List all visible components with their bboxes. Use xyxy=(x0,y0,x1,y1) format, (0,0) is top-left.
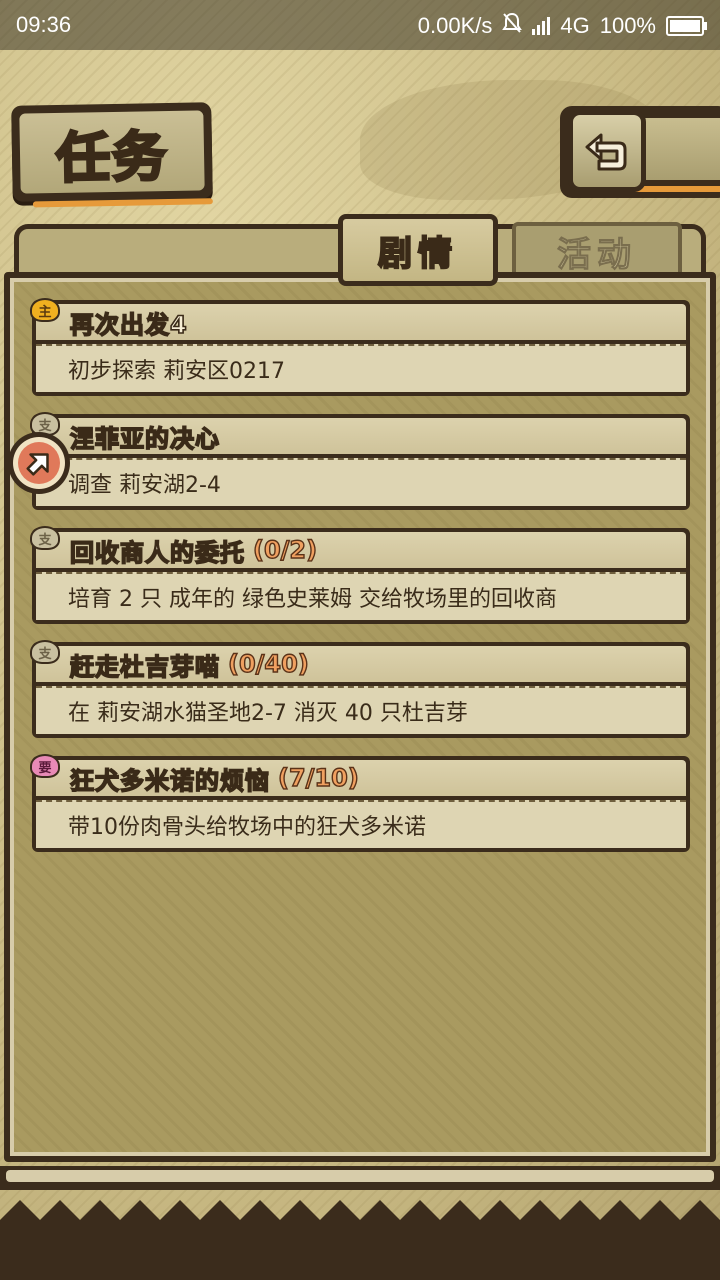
quest-item[interactable]: 回收商人的委托 (0/2) 培育 2 只 成年的 绿色史莱姆 交给牧场里的回收商… xyxy=(30,526,690,624)
request-quest-badge-icon: 要 xyxy=(30,754,60,778)
quest-title: 狂犬多米诺的烦恼 xyxy=(69,766,270,796)
mute-bell-icon xyxy=(502,12,523,40)
tab-story-label: 剧情 xyxy=(377,233,458,275)
jagged-border xyxy=(0,1200,720,1280)
quest-title: 回收商人的委托 xyxy=(69,538,245,568)
tab-story[interactable]: 剧情 xyxy=(338,214,498,286)
quest-title: 赶走杜吉芽喵 xyxy=(69,652,220,682)
side-quest-badge-icon: 支 xyxy=(30,526,60,550)
quest-progress: (0/2) xyxy=(252,535,318,564)
quest-title: 再次出发4 xyxy=(69,310,188,340)
quest-title: 涅菲亚的决心 xyxy=(69,424,220,454)
quest-description: 在 莉安湖水猫圣地2-7 消灭 40 只杜吉芽 xyxy=(68,701,468,726)
panel-bottom-edge xyxy=(0,1166,720,1190)
quest-item[interactable]: 狂犬多米诺的烦恼 (7/10) 带10份肉骨头给牧场中的狂犬多米诺 要 xyxy=(30,754,690,852)
title-plaque: 任务 xyxy=(11,102,213,208)
quest-item[interactable]: 赶走杜吉芽喵 (0/40) 在 莉安湖水猫圣地2-7 消灭 40 只杜吉芽 支 xyxy=(30,640,690,738)
quest-description: 培育 2 只 成年的 绿色史莱姆 交给牧场里的回收商 xyxy=(68,587,557,612)
page-title: 任务 xyxy=(54,122,170,191)
tab-event[interactable]: 活动 xyxy=(512,222,682,276)
net-speed: 0.00K/s xyxy=(417,13,493,38)
quest-item[interactable]: 涅菲亚的决心 调查 莉安湖2-4 支 xyxy=(30,412,690,510)
network-type: 4G xyxy=(560,13,590,38)
battery-percent: 100% xyxy=(599,13,656,38)
status-bar: 09:36 0.00K/s 4G 100% xyxy=(0,0,720,50)
back-button[interactable] xyxy=(568,110,646,192)
return-arrow-icon xyxy=(585,133,627,171)
quest-progress: (7/10) xyxy=(277,763,359,792)
quest-description: 调查 莉安湖2-4 xyxy=(68,473,221,498)
quest-progress: (0/40) xyxy=(227,649,309,678)
main-quest-badge-icon: 主 xyxy=(30,298,60,322)
track-quest-marker[interactable] xyxy=(8,432,70,494)
battery-icon xyxy=(666,16,707,36)
signal-icon xyxy=(532,17,551,35)
navigation-arrow-icon xyxy=(26,453,49,476)
tab-event-label: 活动 xyxy=(557,234,637,275)
side-quest-badge-icon: 支 xyxy=(30,640,60,664)
status-time: 09:36 xyxy=(16,12,72,37)
quest-description: 带10份肉骨头给牧场中的狂犬多米诺 xyxy=(68,815,426,840)
quest-item[interactable]: 再次出发4 初步探索 莉安区0217 主 xyxy=(30,298,690,396)
quest-description: 初步探索 莉安区0217 xyxy=(68,359,285,384)
